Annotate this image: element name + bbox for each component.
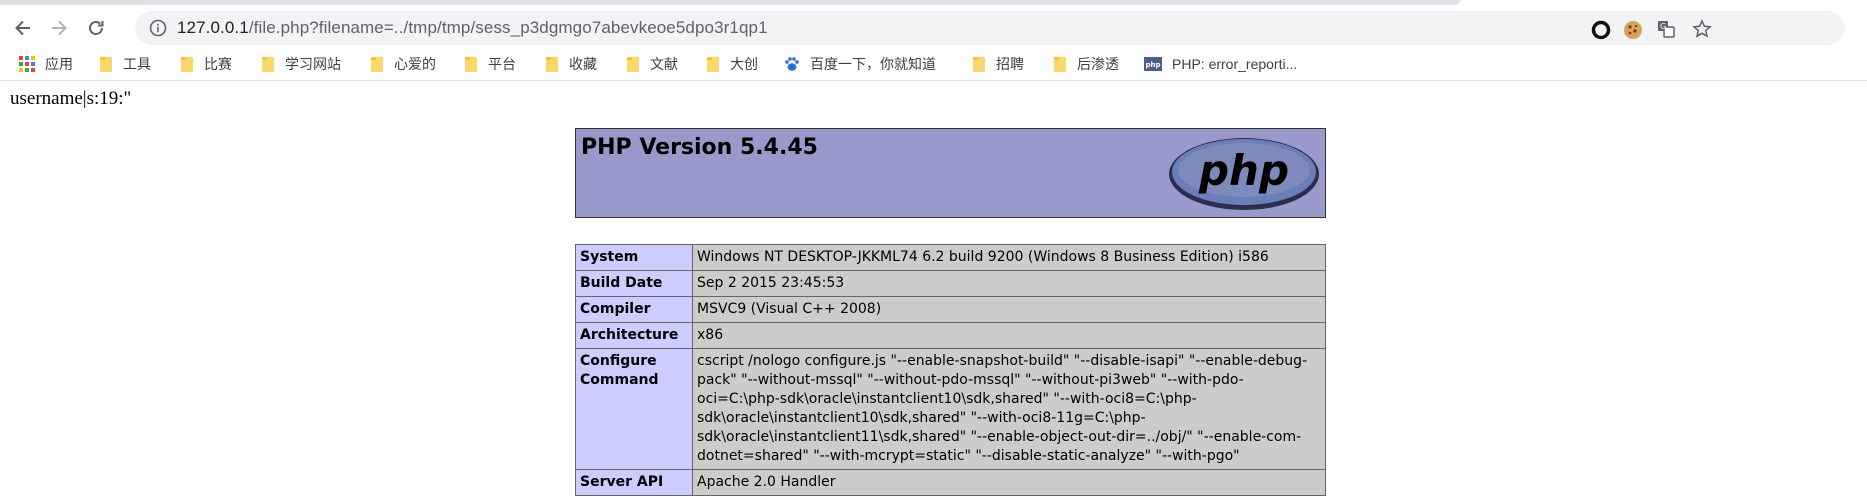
row-value: cscript /nologo configure.js "--enable-s… — [692, 348, 1326, 470]
row-label: Architecture — [575, 322, 693, 349]
bookmark-label: 比赛 — [204, 56, 232, 72]
reload-button[interactable] — [81, 13, 111, 43]
page-content: username|s:19:" PHP Version 5.4.45 php S… — [0, 81, 1867, 499]
bookmark-baidu[interactable]: 百度一下，你就知道 — [784, 53, 936, 75]
row-label: Server API — [575, 469, 693, 496]
bookmark-label: 大创 — [730, 56, 758, 72]
row-label: Compiler — [575, 296, 693, 323]
bookmark-apps[interactable]: 应用 — [19, 53, 73, 75]
table-row: Server API Apache 2.0 Handler — [575, 469, 1326, 496]
cookie-extension-icon[interactable] — [1622, 19, 1644, 41]
site-info-icon[interactable] — [149, 19, 167, 37]
bookmark-label: 平台 — [488, 56, 516, 72]
bookmark-post-exploitation[interactable]: 后渗透 — [1053, 53, 1119, 75]
bookmark-contests[interactable]: 比赛 — [180, 53, 232, 75]
bookmark-label: 文献 — [650, 56, 678, 72]
active-tab-edge — [0, 0, 1460, 5]
php-logo-text: php — [1198, 146, 1289, 195]
bookmark-label: 招聘 — [996, 56, 1024, 72]
folder-icon — [180, 56, 195, 73]
reload-icon — [89, 21, 104, 35]
php-version-header: PHP Version 5.4.45 php — [575, 128, 1326, 218]
bookmark-label: 工具 — [123, 56, 151, 72]
row-label: Configure Command — [575, 348, 693, 470]
apps-grid-icon — [19, 56, 35, 72]
php-logo-icon: php — [1169, 138, 1319, 210]
php-info-table: System Windows NT DESKTOP-JKKML74 6.2 bu… — [575, 244, 1326, 496]
bookmark-favorites[interactable]: 心爱的 — [370, 53, 436, 75]
php-version-title: PHP Version 5.4.45 — [581, 135, 818, 160]
bookmark-label: 后渗透 — [1077, 56, 1119, 72]
folder-icon — [706, 56, 721, 73]
back-arrow-icon — [15, 20, 30, 36]
folder-icon — [972, 56, 987, 73]
bookmark-label: 百度一下，你就知道 — [810, 56, 936, 72]
folder-icon — [545, 56, 560, 73]
folder-icon — [464, 56, 479, 73]
bookmark-tools[interactable]: 工具 — [99, 53, 151, 75]
bookmarks-bar: 应用 工具 比赛 学习网站 心爱的 平台 收藏 文献 大创 百度一下，你就知道 … — [0, 48, 1867, 81]
folder-icon — [626, 56, 641, 73]
table-row: Compiler MSVC9 (Visual C++ 2008) — [575, 296, 1326, 323]
url-text[interactable]: 127.0.0.1/file.php?filename=../tmp/tmp/s… — [177, 18, 768, 38]
row-label: Build Date — [575, 270, 693, 297]
bookmark-php-error-reporting[interactable]: php PHP: error_reporti... — [1144, 53, 1297, 75]
svg-text:php: php — [1146, 61, 1161, 69]
url-host: 127.0.0.1 — [177, 18, 249, 37]
phpinfo-panel: PHP Version 5.4.45 php System Windows NT… — [575, 128, 1326, 496]
bookmark-collection[interactable]: 收藏 — [545, 53, 597, 75]
bookmark-star-icon[interactable] — [1691, 18, 1713, 40]
browser-toolbar: 127.0.0.1/file.php?filename=../tmp/tmp/s… — [0, 6, 1867, 48]
bookmark-literature[interactable]: 文献 — [626, 53, 678, 75]
url-path: /file.php?filename=../tmp/tmp/sess_p3dgm… — [248, 18, 768, 37]
table-row: Configure Command cscript /nologo config… — [575, 348, 1326, 470]
address-bar[interactable]: 127.0.0.1/file.php?filename=../tmp/tmp/s… — [135, 11, 1845, 45]
bookmark-jobs[interactable]: 招聘 — [972, 53, 1024, 75]
folder-icon — [261, 56, 276, 73]
bookmark-label: 学习网站 — [285, 56, 341, 72]
baidu-paw-icon — [785, 57, 799, 71]
row-label: System — [575, 244, 693, 271]
bookmark-label: 心爱的 — [394, 56, 436, 72]
back-button[interactable] — [8, 13, 38, 43]
bookmark-platform[interactable]: 平台 — [464, 53, 516, 75]
folder-icon — [370, 56, 385, 73]
row-value: Sep 2 2015 23:45:53 — [692, 270, 1326, 297]
session-output-text: username|s:19:" — [10, 88, 132, 109]
row-value: MSVC9 (Visual C++ 2008) — [692, 296, 1326, 323]
folder-icon — [1053, 56, 1068, 73]
table-row: Architecture x86 — [575, 322, 1326, 349]
row-value: Apache 2.0 Handler — [692, 469, 1326, 496]
folder-icon — [99, 56, 114, 73]
svg-text:G: G — [1660, 22, 1666, 31]
forward-arrow-icon — [52, 20, 67, 36]
extension-circle-icon[interactable] — [1590, 19, 1612, 41]
bookmark-label: 收藏 — [569, 56, 597, 72]
forward-button[interactable] — [44, 13, 74, 43]
bookmark-label: PHP: error_reporti... — [1172, 56, 1298, 72]
row-value: Windows NT DESKTOP-JKKML74 6.2 build 920… — [692, 244, 1326, 271]
translate-icon[interactable]: G — [1655, 18, 1677, 40]
table-row: System Windows NT DESKTOP-JKKML74 6.2 bu… — [575, 244, 1326, 271]
table-row: Build Date Sep 2 2015 23:45:53 — [575, 270, 1326, 297]
row-value: x86 — [692, 322, 1326, 349]
php-favicon-icon: php — [1144, 57, 1162, 71]
bookmark-dachuang[interactable]: 大创 — [706, 53, 758, 75]
bookmark-label: 应用 — [45, 56, 73, 72]
bookmark-study-sites[interactable]: 学习网站 — [261, 53, 341, 75]
